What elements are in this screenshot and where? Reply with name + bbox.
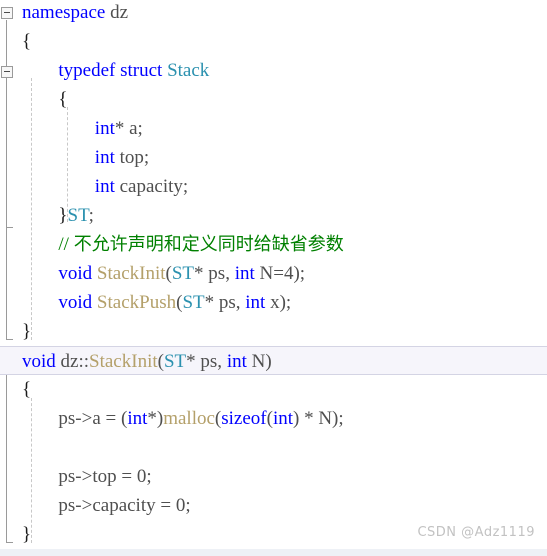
code-token: int: [94, 176, 115, 197]
code-line[interactable]: }ST;: [0, 201, 547, 230]
code-token: StackPush: [96, 292, 177, 313]
code-token: dz: [110, 2, 129, 23]
code-token: N): [246, 351, 272, 372]
code-token: //: [58, 234, 74, 255]
code-token: }: [22, 524, 32, 545]
code-token: * ps,: [186, 351, 227, 372]
code-line[interactable]: void StackPush(ST* ps, int x);: [0, 288, 547, 317]
code-token: N=4);: [254, 263, 306, 284]
code-token: x);: [265, 292, 292, 313]
code-token: int: [226, 351, 247, 372]
code-token: sizeof: [221, 408, 267, 429]
code-token: ps->capacity = 0;: [58, 495, 191, 516]
code-token: }: [22, 321, 32, 342]
code-line[interactable]: int* a;: [0, 114, 547, 143]
code-token: int: [94, 147, 115, 168]
code-line[interactable]: {: [0, 27, 547, 56]
code-token: {: [22, 31, 32, 52]
code-line[interactable]: ps->a = (int*)malloc(sizeof(int) * N);: [0, 404, 547, 433]
code-line[interactable]: }: [0, 317, 547, 346]
code-token: int: [234, 263, 255, 284]
code-editor[interactable]: namespace dz{typedef struct Stack{int* a…: [0, 0, 547, 556]
code-token: typedef struct: [58, 60, 163, 81]
code-token: {: [22, 379, 32, 400]
code-token: ST: [67, 205, 89, 226]
code-token: void: [58, 292, 93, 313]
code-token: {: [58, 89, 68, 110]
code-line[interactable]: {: [0, 85, 547, 114]
code-token: void: [58, 263, 93, 284]
code-content[interactable]: namespace dz{typedef struct Stack{int* a…: [0, 0, 547, 556]
code-token: * ps,: [204, 292, 246, 313]
code-line[interactable]: ps->capacity = 0;: [0, 491, 547, 520]
code-line[interactable]: int capacity;: [0, 172, 547, 201]
code-token: ;: [88, 205, 94, 226]
code-line[interactable]: void dz::StackInit(ST* ps, int N): [0, 346, 547, 375]
code-line[interactable]: ps->top = 0;: [0, 462, 547, 491]
code-token: int: [245, 292, 266, 313]
editor-bottom-strip: [0, 549, 547, 556]
code-token: malloc: [163, 408, 215, 429]
code-token: StackInit: [96, 263, 166, 284]
code-line[interactable]: void StackInit(ST* ps, int N=4);: [0, 259, 547, 288]
code-line[interactable]: int top;: [0, 143, 547, 172]
code-token: void: [22, 351, 56, 372]
code-token: int: [272, 408, 293, 429]
code-token: dz::: [55, 351, 90, 372]
code-token: * a;: [114, 118, 143, 139]
code-line[interactable]: namespace dz: [0, 0, 547, 27]
code-token: *): [147, 408, 164, 429]
code-token: namespace: [22, 2, 106, 23]
code-line[interactable]: [0, 433, 547, 462]
code-token: int: [127, 408, 148, 429]
code-line[interactable]: // 不允许声明和定义同时给缺省参数: [0, 230, 547, 259]
code-line[interactable]: typedef struct Stack: [0, 56, 547, 85]
code-token: 不允许声明和定义同时给缺省参数: [73, 234, 344, 255]
code-token: ) * N);: [293, 408, 344, 429]
csdn-watermark: CSDN @Adz1119: [417, 525, 535, 540]
code-token: top;: [114, 147, 150, 168]
code-token: ps->top = 0;: [58, 466, 152, 487]
code-token: * ps,: [194, 263, 235, 284]
code-token: Stack: [167, 60, 210, 81]
code-token: StackInit: [89, 351, 158, 372]
code-line[interactable]: {: [0, 375, 547, 404]
code-token: }: [58, 205, 68, 226]
code-token: ST: [163, 351, 187, 372]
code-token: ST: [182, 292, 205, 313]
code-token: int: [94, 118, 115, 139]
code-token: capacity;: [114, 176, 189, 197]
code-token: ps->a = (: [58, 408, 128, 429]
code-token: ST: [171, 263, 195, 284]
